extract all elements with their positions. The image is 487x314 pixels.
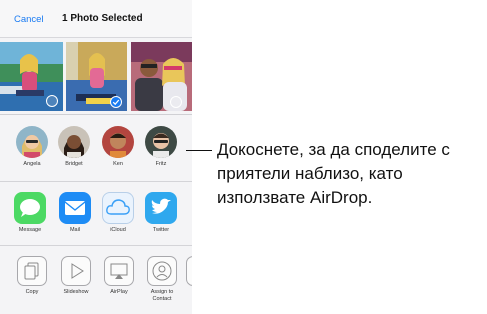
cloud-icon — [102, 192, 134, 224]
photo-thumbnail[interactable] — [0, 42, 63, 111]
selection-check-icon[interactable] — [110, 96, 122, 108]
airdrop-person[interactable]: Bridget — [54, 126, 94, 168]
photo-strip[interactable] — [0, 38, 192, 115]
speech-bubble-icon — [14, 192, 46, 224]
app-icloud[interactable]: iCloud — [98, 192, 138, 234]
person-name: Angela — [23, 161, 41, 167]
photo-thumbnail-selected[interactable] — [66, 42, 127, 111]
action-copy[interactable]: Copy — [12, 256, 52, 296]
app-label: Twitter — [152, 227, 170, 233]
navigation-bar: Cancel 1 Photo Selected — [0, 0, 192, 38]
person-name: Ken — [113, 161, 123, 167]
action-assign-contact[interactable]: Assign to Contact — [142, 256, 182, 302]
app-label: Mail — [69, 227, 81, 233]
copy-icon — [17, 256, 47, 286]
action-slideshow[interactable]: Slideshow — [56, 256, 96, 296]
envelope-icon — [59, 192, 91, 224]
airplay-icon — [104, 256, 134, 286]
airdrop-person[interactable]: Ken — [98, 126, 138, 168]
avatar — [145, 126, 177, 158]
share-apps-row: Message Mail iCloud Twitter — [0, 182, 192, 246]
person-name: Bridget — [65, 161, 83, 167]
person-name: Fritz — [155, 161, 167, 167]
avatar — [16, 126, 48, 158]
action-label: Assign to Contact — [150, 289, 174, 302]
app-mail[interactable]: Mail — [55, 192, 95, 234]
airdrop-person[interactable]: Fritz — [141, 126, 181, 168]
cancel-button[interactable]: Cancel — [14, 14, 44, 25]
callout-leader-line — [186, 150, 212, 151]
play-icon — [61, 256, 91, 286]
action-label: AirPlay — [110, 289, 128, 295]
page-title: 1 Photo Selected — [62, 13, 143, 24]
contact-icon — [147, 256, 177, 286]
avatar — [58, 126, 90, 158]
app-label: iCloud — [110, 227, 126, 233]
action-airplay[interactable]: AirPlay — [99, 256, 139, 296]
bird-icon — [145, 192, 177, 224]
selection-circle[interactable] — [170, 96, 182, 108]
app-twitter[interactable]: Twitter — [141, 192, 181, 234]
airdrop-people-row: Angela Bridget Ken Fritz — [0, 116, 192, 182]
action-label: Slideshow — [63, 289, 89, 295]
more-actions-edge[interactable] — [186, 256, 192, 286]
app-message[interactable]: Message — [10, 192, 50, 234]
avatar — [102, 126, 134, 158]
airdrop-callout-text: Докоснете, за да споделите с приятели на… — [217, 140, 450, 207]
action-label: Copy — [25, 289, 39, 295]
share-actions-row: Copy Slideshow AirPlay Assign to Contact — [0, 246, 192, 314]
photo-thumbnail[interactable] — [131, 42, 192, 111]
selection-circle[interactable] — [46, 95, 58, 107]
airdrop-person[interactable]: Angela — [12, 126, 52, 168]
app-label: Message — [18, 227, 42, 233]
share-sheet: Cancel 1 Photo Selected Angela Bridget K… — [0, 0, 192, 314]
